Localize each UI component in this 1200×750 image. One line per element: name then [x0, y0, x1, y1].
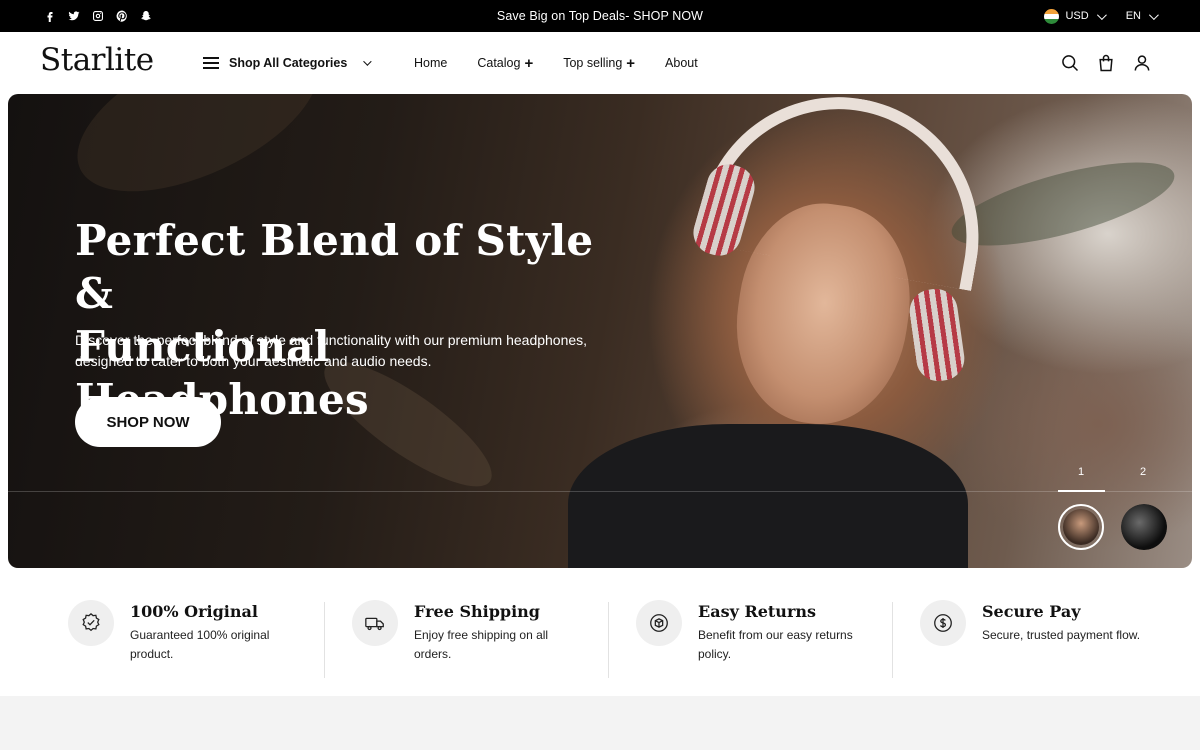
- feature-title: Free Shipping: [414, 602, 540, 621]
- slide-progress-bar: [1058, 490, 1105, 492]
- slide-number-2[interactable]: 2: [1140, 466, 1146, 478]
- truck-icon: [352, 600, 398, 646]
- nav-item-home[interactable]: Home: [414, 56, 447, 70]
- slider-divider: [8, 491, 1192, 492]
- features-strip: 100% Original Guaranteed 100% original p…: [0, 568, 1200, 696]
- plus-icon: +: [524, 54, 534, 72]
- model-shoulders: [568, 424, 968, 568]
- currency-label: USD: [1065, 10, 1089, 22]
- menu-icon: [203, 57, 219, 69]
- snapchat-icon[interactable]: [140, 10, 152, 22]
- twitter-icon[interactable]: [68, 10, 80, 22]
- plus-icon: +: [626, 54, 636, 72]
- background-leaf: [54, 94, 342, 224]
- site-header: Starlite Shop All Categories Home Catalo…: [0, 32, 1200, 94]
- hero-banner: Perfect Blend of Style & Functional Headp…: [8, 94, 1192, 568]
- shop-now-button[interactable]: SHOP NOW: [75, 397, 221, 447]
- secure-payment-icon: [920, 600, 966, 646]
- hero-title: Perfect Blend of Style & Functional Headp…: [75, 216, 594, 424]
- feature-divider: [608, 602, 609, 678]
- next-section-band: [0, 696, 1200, 750]
- categories-label: Shop All Categories: [229, 56, 348, 70]
- returns-box-icon: [636, 600, 682, 646]
- feature-original: 100% Original Guaranteed 100% original p…: [68, 600, 328, 680]
- nav-item-catalog[interactable]: Catalog +: [477, 56, 533, 71]
- feature-title: 100% Original: [130, 602, 258, 621]
- announcement-text[interactable]: Save Big on Top Deals- SHOP NOW: [497, 9, 703, 23]
- headphone-cup-right: [906, 286, 968, 384]
- announcement-bar: Save Big on Top Deals- SHOP NOW USD EN: [0, 0, 1200, 32]
- feature-secure-pay: Secure Pay Secure, trusted payment flow.: [920, 600, 1180, 680]
- chevron-down-icon: [1148, 9, 1159, 20]
- chevron-down-icon: [1096, 9, 1107, 20]
- instagram-icon[interactable]: [92, 10, 104, 22]
- pinterest-icon[interactable]: [116, 10, 128, 22]
- feature-divider: [892, 602, 893, 678]
- slide-thumbnail-2[interactable]: [1121, 504, 1167, 550]
- currency-selector[interactable]: USD: [1044, 8, 1107, 24]
- facebook-icon[interactable]: [44, 10, 56, 22]
- feature-title: Easy Returns: [698, 602, 817, 621]
- chevron-down-icon: [363, 57, 372, 66]
- search-icon[interactable]: [1060, 53, 1080, 73]
- shop-all-categories-button[interactable]: Shop All Categories: [203, 32, 372, 94]
- locale-selectors: USD EN: [1044, 0, 1159, 32]
- background-leaf: [944, 145, 1182, 263]
- nav-item-about[interactable]: About: [665, 56, 698, 70]
- hero-description: Discover the perfect blend of style and …: [75, 332, 588, 369]
- feature-divider: [324, 602, 325, 678]
- india-flag-icon: [1044, 8, 1060, 24]
- feature-text: Benefit from our easy returns policy.: [698, 628, 853, 661]
- language-selector[interactable]: EN: [1125, 9, 1159, 22]
- badge-check-icon: [68, 600, 114, 646]
- header-actions: [1060, 32, 1152, 94]
- site-logo[interactable]: Starlite: [40, 42, 154, 78]
- nav-item-top-selling[interactable]: Top selling +: [563, 56, 635, 71]
- language-label: EN: [1125, 10, 1141, 22]
- social-links: [44, 0, 152, 32]
- slide-number-1[interactable]: 1: [1078, 466, 1084, 478]
- account-icon[interactable]: [1132, 53, 1152, 73]
- feature-text: Enjoy free shipping on all orders.: [414, 628, 549, 661]
- feature-free-shipping: Free Shipping Enjoy free shipping on all…: [352, 600, 612, 680]
- main-nav: Home Catalog + Top selling + About: [414, 32, 698, 94]
- cart-bag-icon[interactable]: [1096, 53, 1116, 73]
- feature-text: Guaranteed 100% original product.: [130, 628, 270, 661]
- feature-easy-returns: Easy Returns Benefit from our easy retur…: [636, 600, 896, 680]
- feature-text: Secure, trusted payment flow.: [982, 628, 1141, 642]
- feature-title: Secure Pay: [982, 602, 1081, 621]
- slide-thumbnail-1[interactable]: [1058, 504, 1104, 550]
